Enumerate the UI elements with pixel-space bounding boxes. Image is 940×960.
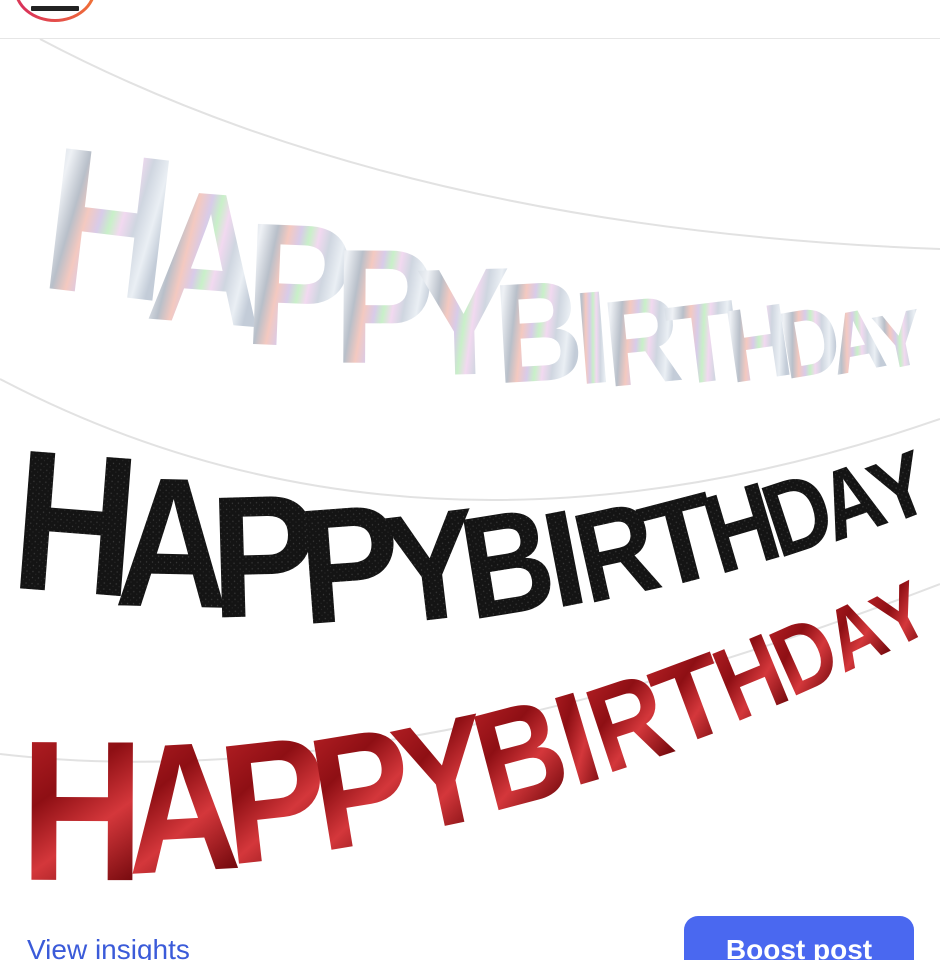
avatar-image [17, 0, 93, 19]
boost-post-button[interactable]: Boost post [684, 916, 914, 960]
avatar-logo-bar [31, 6, 79, 11]
avatar[interactable] [14, 0, 96, 22]
post-header [0, 0, 940, 39]
post-footer: View insights Boost post [0, 912, 940, 960]
post-screen: HAPPYBIRTHDAY HAPPYBIRTHDAY HAPPYBIRTHDA… [0, 0, 940, 960]
post-image[interactable]: HAPPYBIRTHDAY HAPPYBIRTHDAY HAPPYBIRTHDA… [0, 39, 940, 919]
view-insights-link[interactable]: View insights [27, 934, 190, 960]
birthday-banner-photo: HAPPYBIRTHDAY HAPPYBIRTHDAY HAPPYBIRTHDA… [0, 39, 940, 919]
holographic-banner: HAPPYBIRTHDAY [33, 103, 932, 414]
